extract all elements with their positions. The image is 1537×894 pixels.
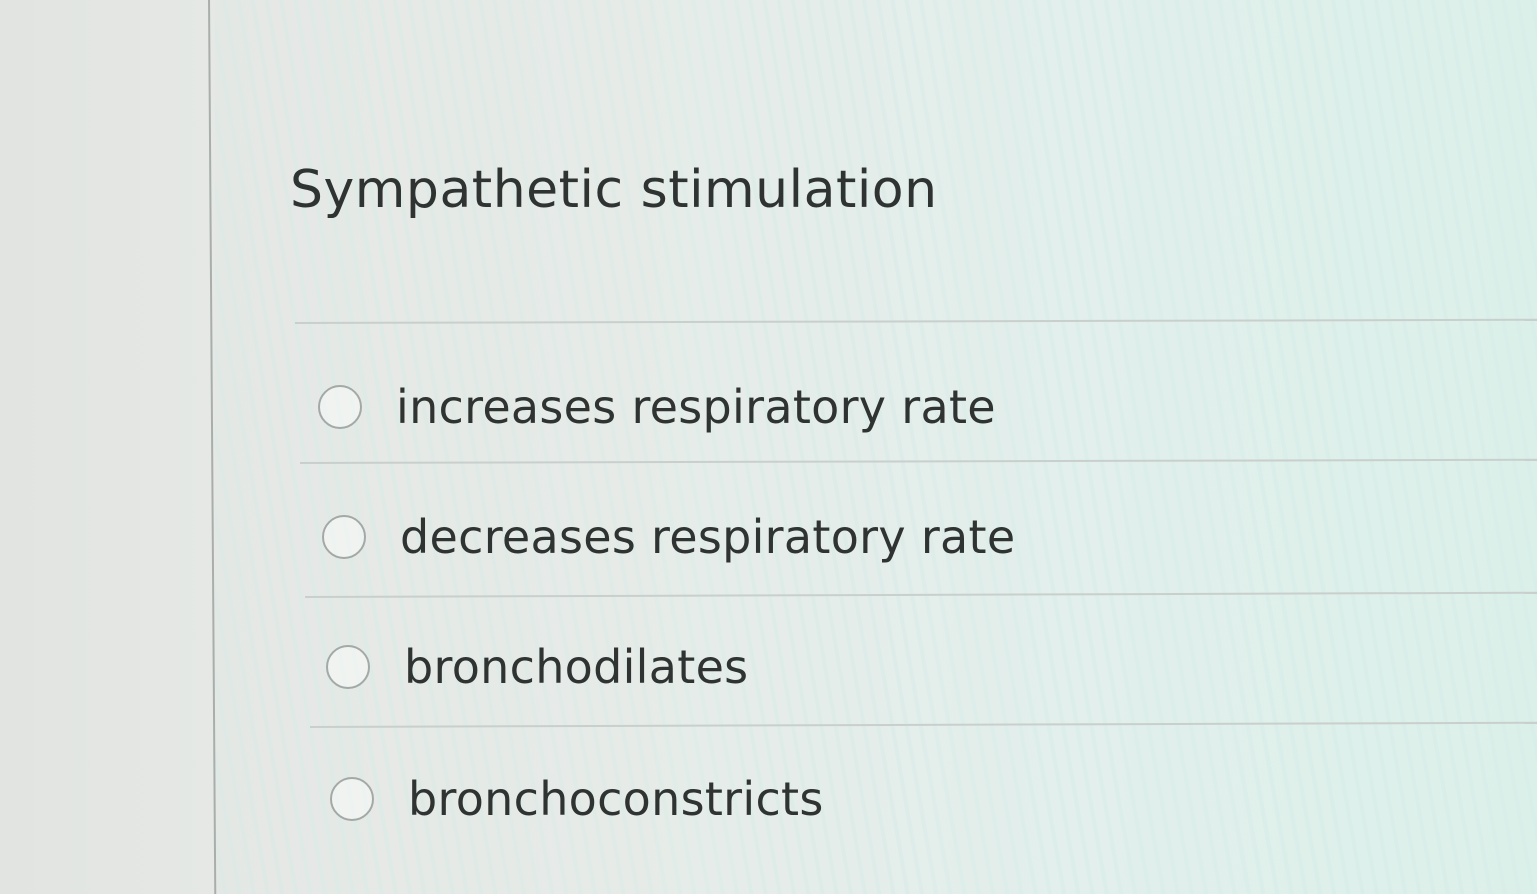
- radio-button[interactable]: [326, 645, 370, 689]
- option-increases-respiratory-rate[interactable]: increases respiratory rate: [318, 380, 996, 434]
- option-label: bronchodilates: [404, 640, 749, 694]
- left-margin: [0, 0, 215, 894]
- quiz-page: Sympathetic stimulation increases respir…: [0, 0, 1537, 894]
- radio-button[interactable]: [322, 515, 366, 559]
- option-bronchoconstricts[interactable]: bronchoconstricts: [330, 772, 824, 826]
- question-title: Sympathetic stimulation: [290, 160, 938, 220]
- radio-button[interactable]: [330, 777, 374, 821]
- option-label: bronchoconstricts: [408, 772, 824, 826]
- option-decreases-respiratory-rate[interactable]: decreases respiratory rate: [322, 510, 1015, 564]
- question-panel: [208, 0, 1537, 894]
- option-label: decreases respiratory rate: [400, 510, 1016, 564]
- option-bronchodilates[interactable]: bronchodilates: [326, 640, 748, 694]
- option-label: increases respiratory rate: [396, 380, 996, 434]
- radio-button[interactable]: [318, 385, 362, 429]
